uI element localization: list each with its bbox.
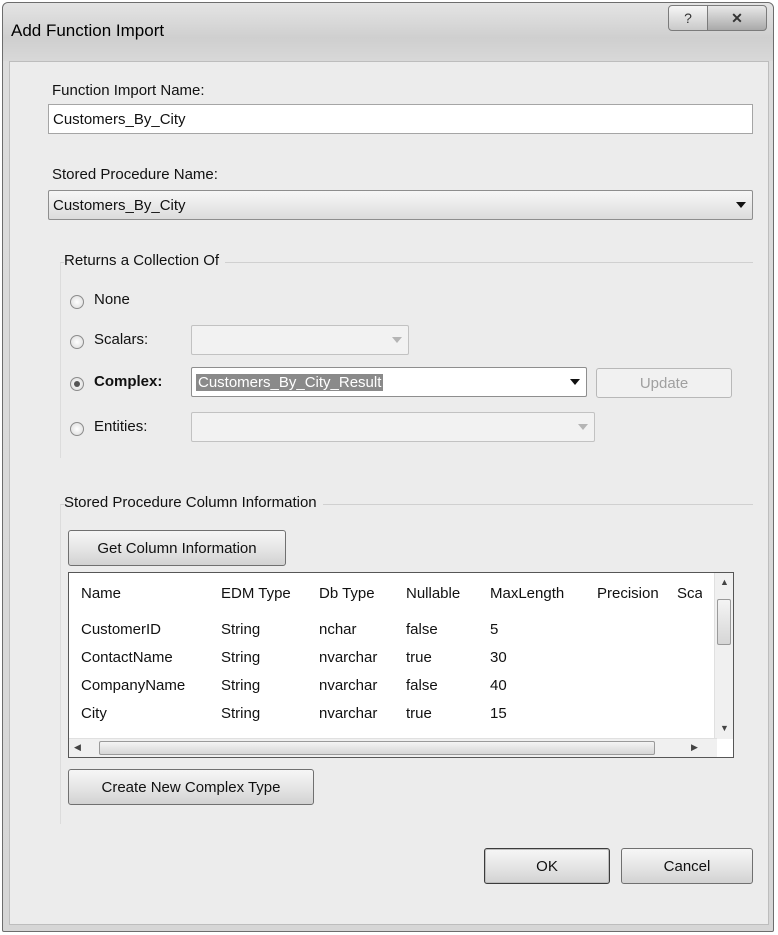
- vertical-scroll-thumb[interactable]: [717, 599, 731, 645]
- column-header-precision: Precision: [597, 585, 659, 602]
- chevron-down-icon: [736, 202, 746, 208]
- column-header-scale: Sca: [677, 585, 702, 602]
- cell-nullable: false: [406, 621, 438, 638]
- dialog-title: Add Function Import: [11, 21, 165, 40]
- help-icon: ?: [684, 10, 692, 26]
- close-button[interactable]: ✕: [707, 5, 767, 31]
- get-column-information-button[interactable]: Get Column Information: [68, 530, 286, 566]
- cell-db-type: nchar: [319, 621, 357, 638]
- ok-button[interactable]: OK: [484, 848, 610, 884]
- close-icon: ✕: [731, 9, 743, 26]
- column-header-maxlength: MaxLength: [490, 585, 565, 602]
- column-header-name: Name: [81, 585, 122, 602]
- stored-procedure-name-select[interactable]: Customers_By_City: [48, 190, 753, 220]
- cell-maxlength: 5: [490, 621, 499, 638]
- radio-scalars-label: Scalars:: [94, 331, 149, 348]
- stored-procedure-name-label: Stored Procedure Name:: [52, 166, 218, 183]
- cell-name: City: [81, 705, 107, 722]
- function-import-name-input[interactable]: Customers_By_City: [48, 104, 753, 134]
- cancel-button[interactable]: Cancel: [621, 848, 753, 884]
- cell-nullable: false: [406, 677, 438, 694]
- column-header-edm-type: EDM Type: [221, 585, 291, 602]
- scroll-right-icon[interactable]: ▶: [691, 742, 698, 753]
- vertical-scrollbar[interactable]: ▲ ▼: [714, 573, 733, 739]
- cell-maxlength: 40: [490, 677, 507, 694]
- horizontal-scrollbar[interactable]: ◀ ▶: [69, 738, 717, 757]
- radio-entities[interactable]: [70, 422, 84, 436]
- returns-group-label: Returns a Collection Of: [64, 252, 226, 269]
- cell-edm-type: String: [221, 649, 261, 666]
- radio-complex[interactable]: [70, 377, 84, 391]
- update-button[interactable]: Update: [596, 368, 732, 398]
- dialog-window: Add Function Import ? ✕ Function Import …: [2, 2, 774, 932]
- complex-type-select[interactable]: Customers_By_City_Result: [191, 367, 587, 397]
- cell-name: CustomerID: [81, 621, 162, 638]
- scalars-select[interactable]: [191, 325, 409, 355]
- complex-type-value: Customers_By_City_Result: [196, 374, 384, 391]
- radio-none[interactable]: [70, 295, 84, 309]
- title-bar: Add Function Import ? ✕: [3, 3, 773, 61]
- column-header-nullable: Nullable: [406, 585, 461, 602]
- cell-db-type: nvarchar: [319, 677, 378, 694]
- radio-scalars[interactable]: [70, 335, 84, 349]
- cell-name: CompanyName: [81, 677, 186, 694]
- dialog-body: Function Import Name: Customers_By_City …: [9, 61, 769, 925]
- cell-db-type: nvarchar: [319, 705, 378, 722]
- cell-edm-type: String: [221, 621, 261, 638]
- radio-complex-label: Complex:: [94, 373, 163, 390]
- cell-nullable: true: [406, 705, 432, 722]
- cell-maxlength: 15: [490, 705, 507, 722]
- cell-maxlength: 30: [490, 649, 507, 666]
- cell-db-type: nvarchar: [319, 649, 378, 666]
- cell-edm-type: String: [221, 705, 261, 722]
- chevron-down-icon: [578, 424, 588, 430]
- column-info-table[interactable]: Name EDM Type Db Type Nullable MaxLength…: [68, 572, 734, 758]
- column-header-db-type: Db Type: [319, 585, 375, 602]
- radio-none-label: None: [94, 291, 130, 308]
- chevron-down-icon: [392, 337, 402, 343]
- horizontal-scroll-thumb[interactable]: [99, 741, 655, 755]
- radio-entities-label: Entities:: [94, 418, 148, 435]
- stored-procedure-name-value: Customers_By_City: [53, 197, 186, 214]
- cell-edm-type: String: [221, 677, 261, 694]
- chevron-down-icon: [570, 379, 580, 385]
- create-new-complex-type-button[interactable]: Create New Complex Type: [68, 769, 314, 805]
- help-button[interactable]: ?: [668, 5, 708, 31]
- function-import-name-label: Function Import Name:: [52, 82, 205, 99]
- entities-select[interactable]: [191, 412, 595, 442]
- cell-nullable: true: [406, 649, 432, 666]
- scroll-left-icon[interactable]: ◀: [74, 742, 81, 753]
- scroll-down-icon[interactable]: ▼: [720, 723, 729, 733]
- column-info-group-label: Stored Procedure Column Information: [64, 494, 323, 511]
- scroll-up-icon[interactable]: ▲: [720, 577, 729, 587]
- cell-name: ContactName: [81, 649, 173, 666]
